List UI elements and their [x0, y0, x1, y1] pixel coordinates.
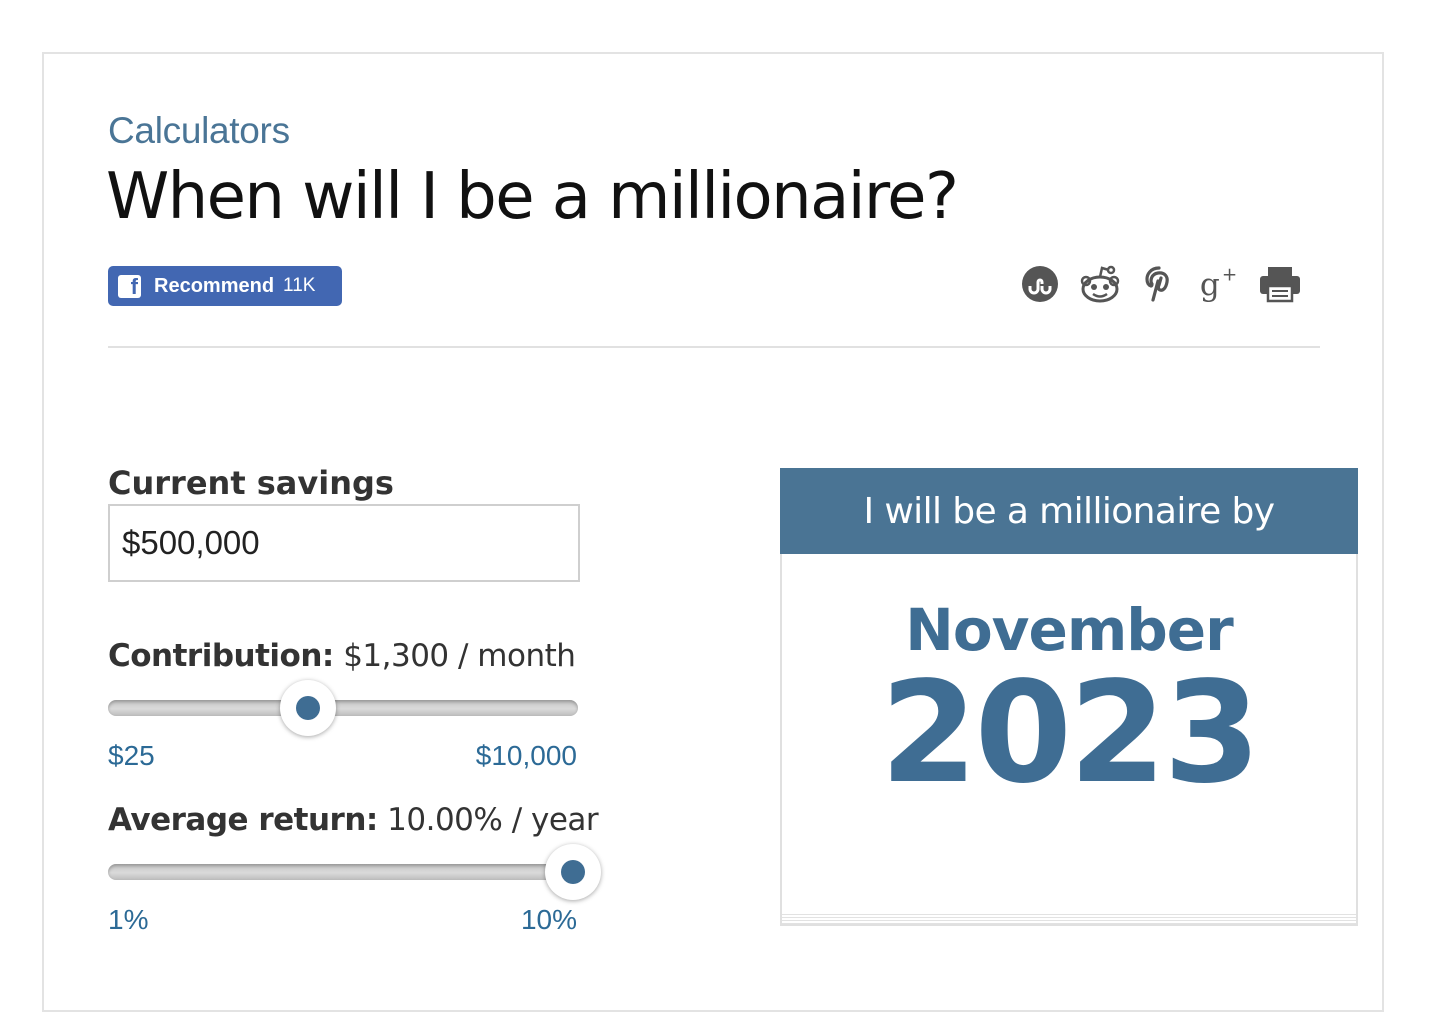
facebook-recommend-label: Recommend — [154, 274, 275, 297]
return-slider-track[interactable] — [108, 844, 601, 900]
return-value: 10.00% / year — [387, 802, 599, 838]
slider-thumb-dot — [561, 860, 585, 884]
google-plus-icon[interactable]: g + — [1198, 262, 1242, 306]
stumbleupon-icon[interactable] — [1018, 262, 1062, 306]
facebook-recommend-button[interactable]: f Recommend 11K — [108, 266, 342, 306]
slider-thumb-dot — [296, 696, 320, 720]
current-savings-input[interactable] — [108, 504, 580, 582]
contribution-max-label: $10,000 — [475, 740, 577, 771]
contribution-label-row: Contribution: $1,300 / month — [108, 638, 576, 674]
return-max-label: 10% — [520, 904, 577, 935]
page-title: When will I be a millionaire? — [106, 160, 959, 234]
contribution-label: Contribution: — [108, 638, 334, 674]
header-divider — [108, 346, 1320, 348]
facebook-icon: f — [118, 274, 141, 298]
current-savings-label: Current savings — [108, 464, 394, 502]
section-kicker[interactable]: Calculators — [108, 110, 290, 152]
return-slider-thumb[interactable] — [545, 844, 601, 900]
reddit-icon[interactable] — [1078, 262, 1122, 306]
contribution-value: $1,300 / month — [343, 638, 576, 674]
facebook-recommend-count: 11K — [283, 275, 316, 296]
contribution-min-label: $25 — [108, 740, 155, 771]
contribution-slider-thumb[interactable] — [280, 680, 336, 736]
contribution-slider-track[interactable] — [108, 680, 578, 736]
print-icon[interactable] — [1258, 262, 1302, 306]
pinterest-icon[interactable] — [1138, 262, 1182, 306]
svg-text:+: + — [1222, 264, 1237, 285]
return-label: Average return: — [108, 802, 378, 838]
result-card-footer — [782, 912, 1356, 924]
return-label-row: Average return: 10.00% / year — [108, 802, 599, 838]
result-year: 2023 — [880, 652, 1261, 815]
result-header: I will be a millionaire by — [780, 468, 1358, 554]
share-icons: g + — [1018, 262, 1302, 306]
svg-text:g: g — [1200, 267, 1220, 303]
return-min-label: 1% — [108, 904, 149, 935]
